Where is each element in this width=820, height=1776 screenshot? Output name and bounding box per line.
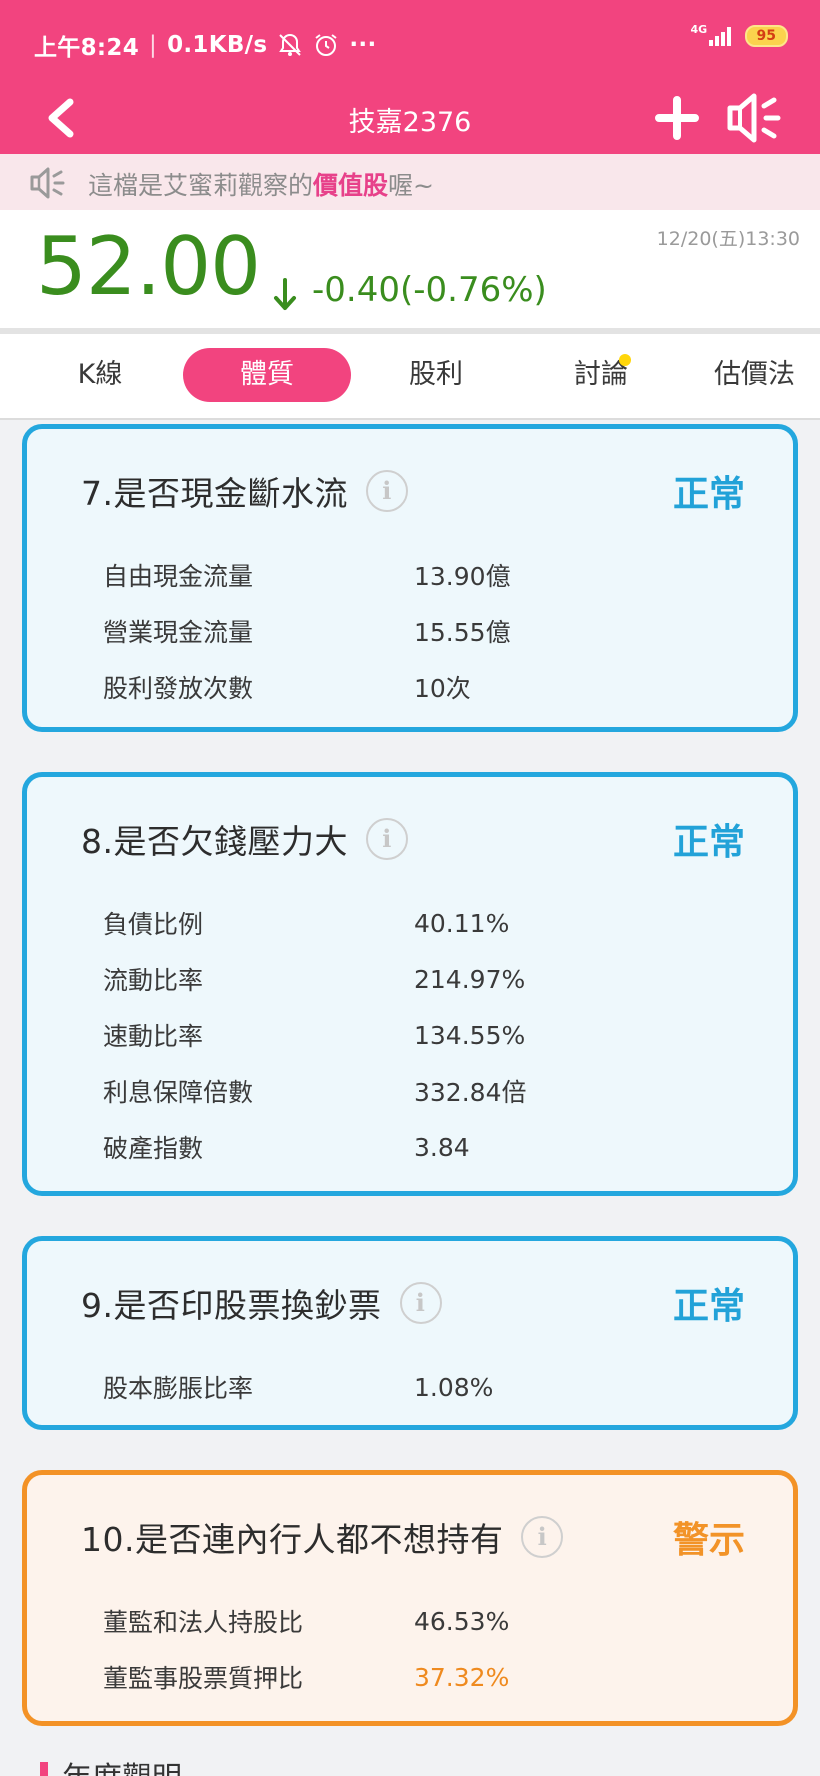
metric-row: 速動比率 134.55% <box>103 1007 526 1063</box>
metric-list: 自由現金流量 13.90億 營業現金流量 15.55億 股利發放次數 10次 <box>103 547 511 715</box>
card-title-text: 8.是否欠錢壓力大 <box>81 822 348 861</box>
metric-value: 3.84 <box>414 1132 470 1162</box>
metric-value: 46.53% <box>414 1606 510 1636</box>
status-right: 4G 95 <box>691 24 788 48</box>
alarm-icon <box>315 34 337 56</box>
metric-list: 股本膨脹比率 1.08% <box>103 1359 493 1415</box>
card-insider-holding[interactable]: 10.是否連內行人都不想持有 i 警示 董監和法人持股比 46.53% 董監事股票… <box>22 1470 798 1726</box>
arrow-down-icon <box>274 278 296 310</box>
metric-value: 40.11% <box>414 908 510 938</box>
metric-value: 214.97% <box>414 964 526 994</box>
tab-kline[interactable]: K線 <box>48 348 152 402</box>
nav-bar: 技嘉2376 <box>0 84 820 154</box>
card-title: 8.是否欠錢壓力大 i <box>81 815 408 863</box>
metric-row: 營業現金流量 15.55億 <box>103 603 511 659</box>
metric-row: 股本膨脹比率 1.08% <box>103 1359 493 1415</box>
speaker-button[interactable] <box>724 88 788 148</box>
card-title-text: 10.是否連內行人都不想持有 <box>81 1520 504 1559</box>
speaker-icon <box>727 93 781 143</box>
metric-label: 流動比率 <box>103 966 204 995</box>
info-icon[interactable]: i <box>366 818 408 860</box>
metric-label: 董監事股票質押比 <box>103 1664 304 1693</box>
metric-value: 134.55% <box>414 1020 526 1050</box>
unread-dot <box>619 354 631 366</box>
metric-value: 13.90億 <box>414 562 511 591</box>
metric-row: 破產指數 3.84 <box>103 1119 526 1175</box>
metric-value: 37.32% <box>414 1662 510 1692</box>
quote-datetime: 12/20(五)13:30 <box>656 228 800 250</box>
announcement-suffix: 喔~ <box>388 171 434 200</box>
metric-label: 董監和法人持股比 <box>103 1608 304 1637</box>
next-section-peek: 年度觀明 <box>40 1762 340 1776</box>
metric-label: 負債比例 <box>103 910 204 939</box>
add-button[interactable] <box>652 90 702 146</box>
add-icon <box>655 96 699 140</box>
quote-panel: 52.00 -0.40(-0.76%) 12/20(五)13:30 <box>0 210 820 328</box>
metric-label: 利息保障倍數 <box>103 1078 254 1107</box>
stock-price: 52.00 <box>36 220 261 313</box>
status-badge: 正常 <box>672 474 745 515</box>
metric-label: 股本膨脹比率 <box>103 1374 254 1403</box>
card-title: 7.是否現金斷水流 i <box>81 467 408 515</box>
status-time: 上午8:24 <box>34 35 140 61</box>
section-title: 年度觀明 <box>62 1762 182 1776</box>
card-title: 10.是否連內行人都不想持有 i <box>81 1513 564 1561</box>
status-badge: 正常 <box>672 822 745 863</box>
announcement-speaker-icon <box>30 167 65 199</box>
status-bar: 上午8:24 | 0.1KB/s ··· 4G 95 <box>0 0 820 84</box>
metric-row: 利息保障倍數 332.84倍 <box>103 1063 526 1119</box>
metric-value: 332.84倍 <box>414 1078 527 1107</box>
card-title: 9.是否印股票換鈔票 i <box>81 1279 442 1327</box>
metric-label: 破產指數 <box>103 1134 204 1163</box>
metric-row: 負債比例 40.11% <box>103 895 526 951</box>
announcement-text: 這檔是艾蜜莉觀察的價值股喔~ <box>88 166 434 202</box>
signal-icon: 4G <box>691 24 735 48</box>
announcement-highlight: 價值股 <box>313 171 389 200</box>
status-more: ··· <box>349 32 377 58</box>
status-separator: | <box>149 32 158 58</box>
metric-row: 股利發放次數 10次 <box>103 659 511 715</box>
metric-value: 10次 <box>414 674 471 703</box>
battery-icon: 95 <box>744 25 788 47</box>
metric-row: 自由現金流量 13.90億 <box>103 547 511 603</box>
tab-dividend[interactable]: 股利 <box>384 348 488 402</box>
metric-label: 營業現金流量 <box>103 618 254 647</box>
announcement-prefix: 這檔是艾蜜莉觀察的 <box>88 171 314 200</box>
card-dilution[interactable]: 9.是否印股票換鈔票 i 正常 股本膨脹比率 1.08% <box>22 1236 798 1430</box>
card-title-text: 7.是否現金斷水流 <box>81 474 348 513</box>
tab-discussion[interactable]: 討論 <box>549 348 653 402</box>
metric-label: 股利發放次數 <box>103 674 254 703</box>
metric-value: 15.55億 <box>414 618 511 647</box>
tab-fundamentals[interactable]: 體質 <box>183 348 351 402</box>
card-title-text: 9.是否印股票換鈔票 <box>81 1286 382 1325</box>
status-speed: 0.1KB/s <box>167 32 268 58</box>
info-icon[interactable]: i <box>521 1516 564 1558</box>
tab-underline-divider <box>0 418 820 420</box>
metric-list: 董監和法人持股比 46.53% 董監事股票質押比 37.32% <box>103 1593 509 1705</box>
tab-bar: K線 體質 股利 討論 估價法 <box>0 334 820 418</box>
card-debt-pressure[interactable]: 8.是否欠錢壓力大 i 正常 負債比例 40.11% 流動比率 214.97% 速動… <box>22 772 798 1196</box>
metric-row: 流動比率 214.97% <box>103 951 526 1007</box>
status-left: 上午8:24 | 0.1KB/s ··· <box>34 28 377 62</box>
status-badge: 警示 <box>672 1520 745 1561</box>
metric-list: 負債比例 40.11% 流動比率 214.97% 速動比率 134.55% 利息保障倍… <box>103 895 526 1175</box>
mute-icon <box>279 33 302 56</box>
metric-row: 董監事股票質押比 37.32% <box>103 1649 509 1705</box>
metric-label: 速動比率 <box>103 1022 204 1051</box>
metric-label: 自由現金流量 <box>103 562 254 591</box>
info-icon[interactable]: i <box>399 1282 442 1324</box>
info-icon[interactable]: i <box>366 470 408 512</box>
section-accent-bar <box>40 1762 48 1776</box>
tab-valuation[interactable]: 估價法 <box>714 348 820 402</box>
price-change: -0.40(-0.76%) <box>312 270 547 310</box>
card-cashflow[interactable]: 7.是否現金斷水流 i 正常 自由現金流量 13.90億 營業現金流量 15.55億… <box>22 424 798 732</box>
status-badge: 正常 <box>672 1286 745 1327</box>
announcement-banner: 這檔是艾蜜莉觀察的價值股喔~ <box>0 154 820 210</box>
metric-row: 董監和法人持股比 46.53% <box>103 1593 509 1649</box>
metric-value: 1.08% <box>414 1372 494 1402</box>
